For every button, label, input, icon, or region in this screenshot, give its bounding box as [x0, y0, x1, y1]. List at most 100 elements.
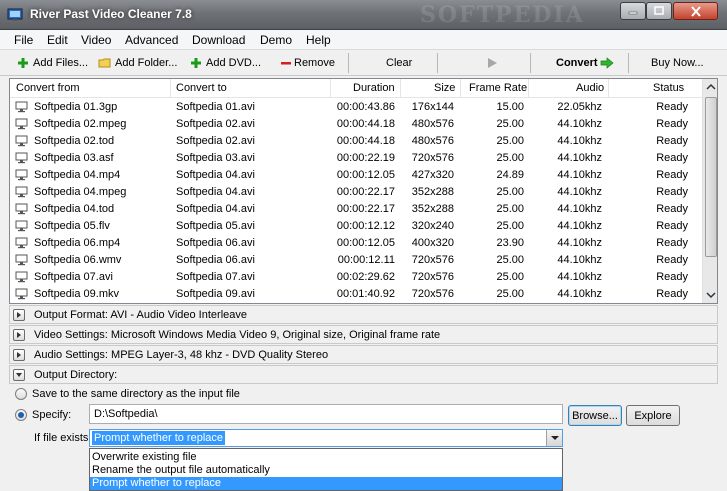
table-cell: Softpedia 07.avi	[176, 271, 255, 283]
video-settings-label: Video Settings: Microsoft Windows Media …	[34, 329, 441, 341]
table-row[interactable]: Softpedia 05.flv Softpedia 05.avi 00:00:12…	[10, 218, 702, 235]
menu-demo[interactable]: Demo	[260, 33, 292, 47]
scrollbar-thumb[interactable]	[705, 97, 717, 257]
table-row[interactable]: Softpedia 04.mp4 Softpedia 04.avi 00:00:12…	[10, 167, 702, 184]
output-format-label: Output Format: AVI - Audio Video Interle…	[34, 309, 247, 321]
table-cell: Softpedia 06.mp4	[34, 237, 121, 249]
output-format-section[interactable]: Output Format: AVI - Audio Video Interle…	[9, 305, 718, 324]
browse-button[interactable]: Browse...	[568, 405, 622, 426]
monitor-icon	[15, 152, 28, 164]
table-row[interactable]: Softpedia 01.3gp Softpedia 01.avi 00:00:43…	[10, 99, 702, 116]
dropdown-option-prompt[interactable]: Prompt whether to replace	[90, 477, 562, 490]
expand-icon[interactable]	[13, 329, 25, 341]
if-exists-select[interactable]: Prompt whether to replace	[89, 429, 563, 447]
menu-bar: File Edit Video Advanced Download Demo H…	[0, 30, 727, 50]
title-bar: River Past Video Cleaner 7.8 SOFTPEDIA	[0, 0, 727, 30]
maximize-button[interactable]	[646, 2, 672, 20]
table-cell: 44.10khz	[557, 237, 602, 249]
add-folder-button[interactable]: Add Folder...	[98, 54, 177, 72]
table-cell: Ready	[656, 237, 688, 249]
table-cell: Softpedia 06.wmv	[34, 254, 122, 266]
add-dvd-button[interactable]: Add DVD...	[189, 54, 261, 72]
scroll-up-icon[interactable]	[703, 79, 718, 95]
column-divider	[330, 79, 331, 98]
table-row[interactable]: Softpedia 04.mpeg Softpedia 04.avi 00:00:2…	[10, 184, 702, 201]
table-row[interactable]: Softpedia 02.tod Softpedia 02.avi 00:00:44…	[10, 133, 702, 150]
column-header-convert-to[interactable]: Convert to	[176, 82, 227, 94]
app-icon	[7, 8, 23, 21]
column-header-audio[interactable]: Audio	[576, 82, 604, 94]
table-cell: 480x576	[411, 118, 454, 130]
table-cell: Softpedia 04.avi	[176, 186, 255, 198]
file-list-scrollbar[interactable]	[702, 79, 718, 303]
table-cell: Ready	[656, 101, 688, 113]
table-cell: 176x144	[411, 101, 454, 113]
remove-label: Remove	[294, 57, 335, 69]
table-cell: 25.00	[496, 288, 524, 300]
expand-icon[interactable]	[13, 309, 25, 321]
table-cell: Ready	[656, 220, 688, 232]
buy-now-button[interactable]: Buy Now...	[651, 54, 704, 72]
table-cell: Ready	[656, 186, 688, 198]
column-header-duration[interactable]: Duration	[353, 82, 395, 94]
column-header-convert-from[interactable]: Convert from	[16, 82, 80, 94]
monitor-icon	[15, 135, 28, 147]
table-cell: 25.00	[496, 254, 524, 266]
menu-video[interactable]: Video	[81, 33, 111, 47]
arrow-right-icon	[600, 57, 614, 69]
table-cell: 400x320	[411, 237, 454, 249]
dropdown-option-overwrite[interactable]: Overwrite existing file	[90, 451, 562, 464]
scroll-down-icon[interactable]	[703, 287, 718, 303]
file-list[interactable]: Convert from Convert to Duration Size Fr…	[9, 78, 718, 304]
table-cell: 00:00:43.86	[336, 101, 395, 113]
audio-settings-section[interactable]: Audio Settings: MPEG Layer-3, 48 khz - D…	[9, 345, 718, 364]
table-row[interactable]: Softpedia 06.wmv Softpedia 06.avi 00:00:12…	[10, 252, 702, 269]
table-cell: Ready	[656, 152, 688, 164]
table-row[interactable]: Softpedia 07.avi Softpedia 07.avi 00:02:29…	[10, 269, 702, 286]
maximize-icon	[654, 6, 664, 15]
table-cell: Ready	[656, 271, 688, 283]
column-header-status[interactable]: Status	[653, 82, 684, 94]
minus-icon	[281, 62, 291, 65]
table-row[interactable]: Softpedia 06.mp4 Softpedia 06.avi 00:00:12…	[10, 235, 702, 252]
minimize-button[interactable]	[620, 2, 646, 20]
table-row[interactable]: Softpedia 04.tod Softpedia 04.avi 00:00:22…	[10, 201, 702, 218]
dropdown-button[interactable]	[546, 430, 562, 446]
if-exists-label: If file exists:	[34, 432, 92, 444]
table-cell: 00:00:12.12	[336, 220, 395, 232]
column-header-size[interactable]: Size	[434, 82, 455, 94]
dropdown-option-rename[interactable]: Rename the output file automatically	[90, 464, 562, 477]
explore-button[interactable]: Explore	[626, 405, 680, 426]
output-directory-section[interactable]: Output Directory:	[9, 365, 718, 384]
table-row[interactable]: Softpedia 03.asf Softpedia 03.avi 00:00:22…	[10, 150, 702, 167]
menu-download[interactable]: Download	[192, 33, 245, 47]
table-cell: 320x240	[411, 220, 454, 232]
monitor-icon	[15, 186, 28, 198]
table-cell: 00:01:40.92	[336, 288, 395, 300]
menu-help[interactable]: Help	[306, 33, 331, 47]
menu-edit[interactable]: Edit	[47, 33, 68, 47]
table-cell: 25.00	[496, 152, 524, 164]
convert-button[interactable]: Convert	[556, 54, 614, 72]
specify-radio[interactable]	[15, 409, 27, 421]
plus-icon	[191, 58, 201, 68]
menu-file[interactable]: File	[14, 33, 33, 47]
table-row[interactable]: Softpedia 02.mpeg Softpedia 02.avi 00:00:4…	[10, 116, 702, 133]
table-cell: 44.10khz	[557, 220, 602, 232]
table-cell: Softpedia 05.flv	[34, 220, 110, 232]
table-cell: Softpedia 06.avi	[176, 237, 255, 249]
expand-icon[interactable]	[13, 349, 25, 361]
table-row[interactable]: Softpedia 09.mkv Softpedia 09.avi 00:01:40…	[10, 286, 702, 303]
menu-advanced[interactable]: Advanced	[125, 33, 178, 47]
play-button[interactable]	[485, 54, 502, 72]
output-path-input[interactable]: D:\Softpedia\	[89, 404, 563, 424]
close-button[interactable]	[673, 2, 718, 20]
table-cell: 25.00	[496, 203, 524, 215]
column-header-frame-rate[interactable]: Frame Rate	[469, 82, 527, 94]
save-same-radio[interactable]	[15, 388, 27, 400]
video-settings-section[interactable]: Video Settings: Microsoft Windows Media …	[9, 325, 718, 344]
remove-button[interactable]: Remove	[281, 54, 335, 72]
collapse-icon[interactable]	[13, 369, 25, 381]
add-files-button[interactable]: Add Files...	[16, 54, 88, 72]
clear-button[interactable]: Clear	[386, 54, 412, 72]
